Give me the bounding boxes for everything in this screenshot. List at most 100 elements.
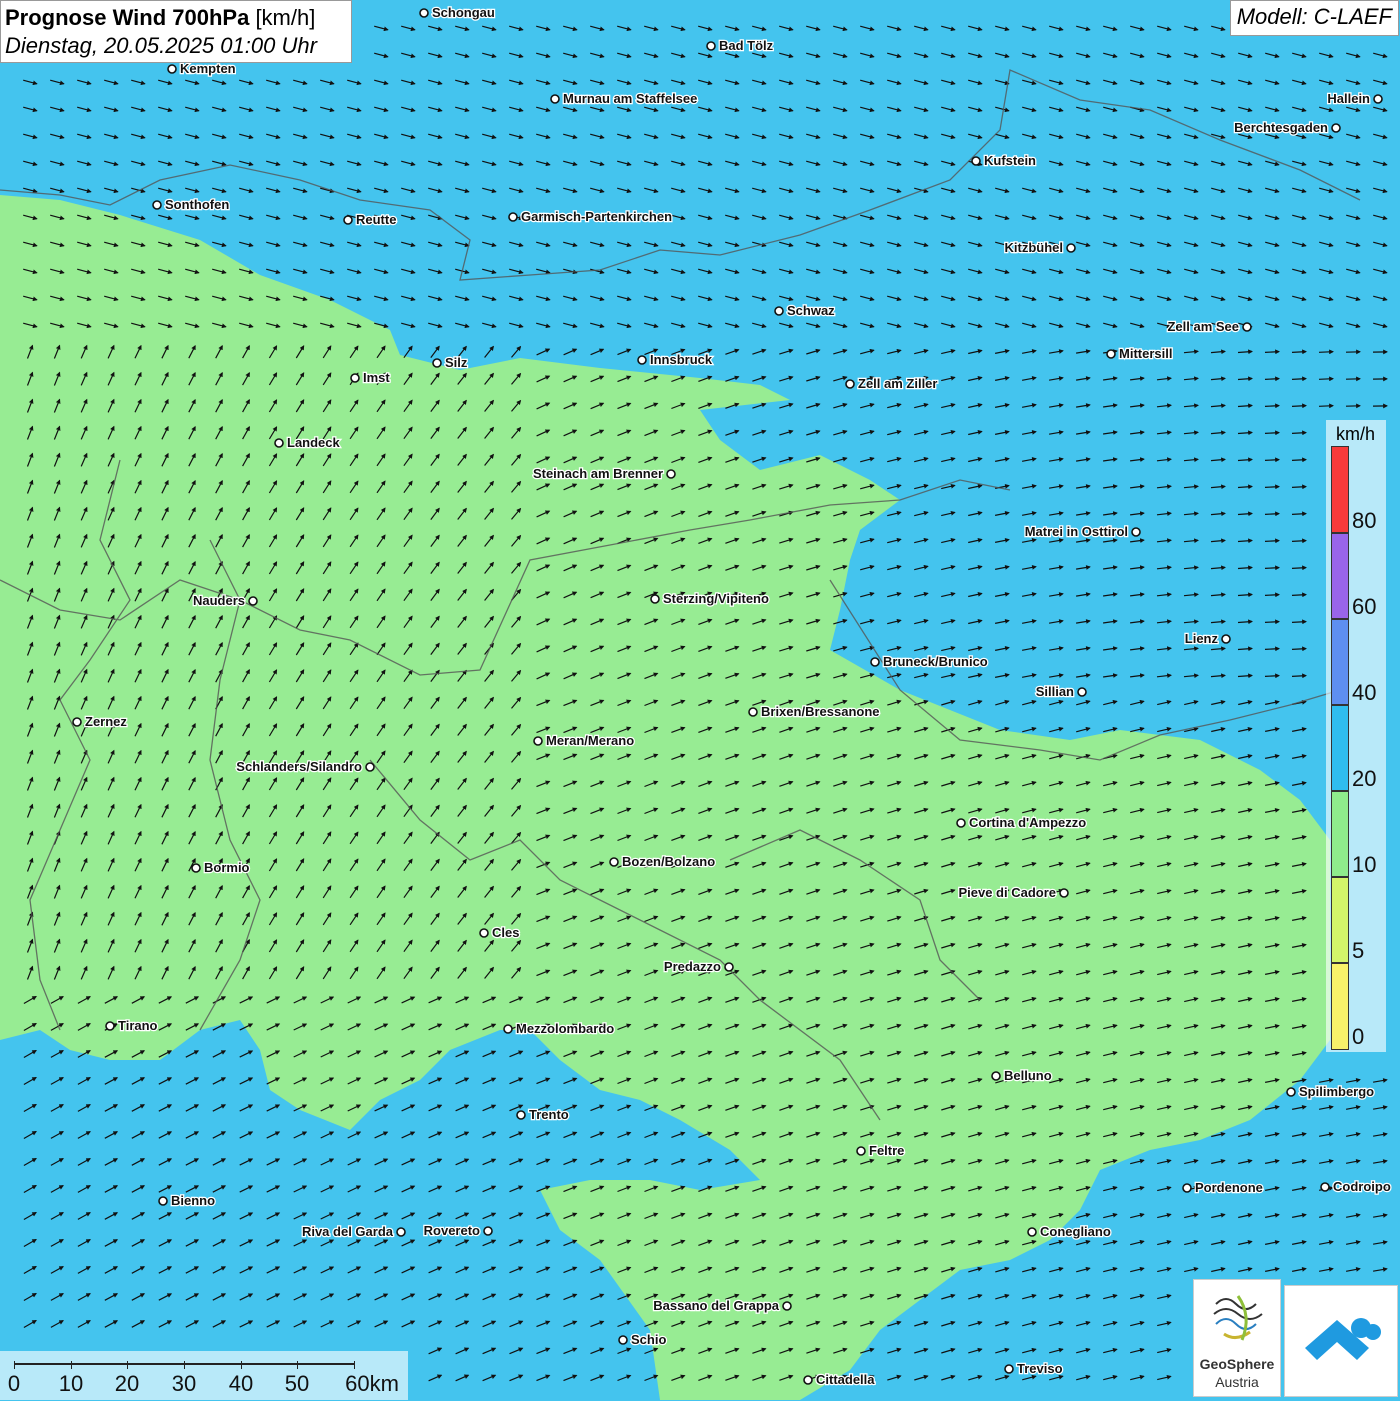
city-dot: [159, 1197, 167, 1205]
legend-label-60: 60: [1352, 594, 1376, 620]
city-dot: [749, 708, 757, 716]
wind-arrow: [1292, 676, 1306, 677]
city-dot: [972, 157, 980, 165]
city-marker: Conegliano: [1028, 1224, 1111, 1239]
city-marker: Sterzing/Vipiteno: [651, 591, 769, 606]
city-marker: Murnau am Staffelsee: [551, 91, 697, 106]
city-label: Bruneck/Brunico: [883, 654, 988, 669]
wind-arrow: [1292, 649, 1306, 650]
wind-arrow: [1265, 649, 1279, 650]
wind-arrow: [1319, 379, 1333, 380]
scale-label: 10: [59, 1371, 83, 1397]
city-dot: [1060, 889, 1068, 897]
city-label: Pieve di Cadore: [958, 885, 1056, 900]
legend-label-80: 80: [1352, 508, 1376, 534]
city-label: Zell am Ziller: [858, 376, 937, 391]
city-label: Zell am See: [1167, 319, 1239, 334]
map-title-box: Prognose Wind 700hPa [km/h] Dienstag, 20…: [0, 0, 352, 63]
color-legend: km/h 80 60 40 20 10 5 0: [1326, 420, 1386, 1052]
city-marker: Bassano del Grappa: [653, 1298, 791, 1313]
city-dot: [1374, 95, 1382, 103]
wind-arrow: [1265, 676, 1279, 677]
city-label: Tirano: [118, 1018, 158, 1033]
wind-arrow: [1265, 487, 1279, 488]
city-dot: [1005, 1365, 1013, 1373]
city-marker: Bozen/Bolzano: [610, 854, 715, 869]
city-dot: [783, 1302, 791, 1310]
city-marker: Berchtesgaden: [1234, 120, 1340, 135]
wind-arrow: [1319, 406, 1333, 407]
city-dot: [1287, 1088, 1295, 1096]
city-label: Trento: [529, 1107, 569, 1122]
legend-swatch-0: [1331, 963, 1349, 1050]
city-dot: [275, 439, 283, 447]
city-dot: [846, 380, 854, 388]
scale-label: 20: [115, 1371, 139, 1397]
legend-label-0: 0: [1352, 1024, 1364, 1050]
city-label: Feltre: [869, 1143, 904, 1158]
scale-tick: [14, 1361, 15, 1369]
city-label: Bad Tölz: [719, 38, 774, 53]
city-label: Reutte: [356, 212, 396, 227]
legend-label-20: 20: [1352, 766, 1376, 792]
title-unit: [km/h]: [255, 5, 315, 30]
legend-swatch-40: [1331, 619, 1349, 705]
scale-tick: [184, 1361, 185, 1369]
city-dot: [480, 929, 488, 937]
city-label: Bassano del Grappa: [653, 1298, 779, 1313]
scale-label: 60km: [345, 1371, 399, 1397]
wind-map: SchongauBad TölzKemptenMurnau am Staffel…: [0, 0, 1400, 1400]
wind-arrow: [1292, 622, 1306, 623]
wind-arrow: [1265, 541, 1279, 542]
wind-arrow: [1292, 406, 1306, 407]
scale-label: 40: [229, 1371, 253, 1397]
city-label: Belluno: [1004, 1068, 1052, 1083]
wind-arrow: [1292, 568, 1306, 569]
city-dot: [804, 1376, 812, 1384]
city-label: Codroipo: [1333, 1179, 1391, 1194]
city-marker: Brixen/Bressanone: [749, 704, 880, 719]
legend-swatch-5: [1331, 877, 1349, 963]
city-marker: Cortina d'Ampezzo: [957, 815, 1086, 830]
city-label: Bozen/Bolzano: [622, 854, 715, 869]
city-dot: [484, 1227, 492, 1235]
city-marker: Bruneck/Brunico: [871, 654, 988, 669]
city-dot: [610, 858, 618, 866]
city-marker: Meran/Merano: [534, 733, 634, 748]
city-dot: [366, 763, 374, 771]
city-label: Steinach am Brenner: [533, 466, 663, 481]
city-label: Murnau am Staffelsee: [563, 91, 697, 106]
scale-label: 0: [8, 1371, 20, 1397]
scale-tick: [297, 1361, 298, 1369]
city-dot: [509, 213, 517, 221]
city-marker: Zell am Ziller: [846, 376, 937, 391]
wind-arrow: [1265, 352, 1279, 353]
city-label: Landeck: [287, 435, 341, 450]
wind-arrow: [1265, 379, 1279, 380]
city-dot: [992, 1072, 1000, 1080]
city-label: Zernez: [85, 714, 127, 729]
city-label: Hallein: [1327, 91, 1370, 106]
scale-tick: [241, 1361, 242, 1369]
wind-arrow: [1292, 595, 1306, 596]
logo-text-1: GeoSphere: [1194, 1356, 1280, 1372]
city-dot: [249, 597, 257, 605]
city-dot: [1132, 528, 1140, 536]
city-label: Matrei in Osttirol: [1025, 524, 1128, 539]
city-label: Mittersill: [1119, 346, 1172, 361]
city-dot: [638, 356, 646, 364]
city-marker: Sonthofen: [153, 197, 229, 212]
city-marker: Steinach am Brenner: [533, 466, 675, 481]
city-dot: [73, 718, 81, 726]
scale-label: 30: [172, 1371, 196, 1397]
wind-arrow: [1265, 460, 1279, 461]
city-label: Kempten: [180, 61, 236, 76]
city-label: Schio: [631, 1332, 666, 1347]
scale-bar: 0 10 20 30 40 50 60km: [0, 1351, 408, 1400]
city-dot: [1222, 635, 1230, 643]
city-dot: [1067, 244, 1075, 252]
city-dot: [168, 65, 176, 73]
wind-arrow: [1292, 433, 1306, 434]
city-label: Riva del Garda: [302, 1224, 394, 1239]
wind-arrow: [1292, 352, 1306, 353]
